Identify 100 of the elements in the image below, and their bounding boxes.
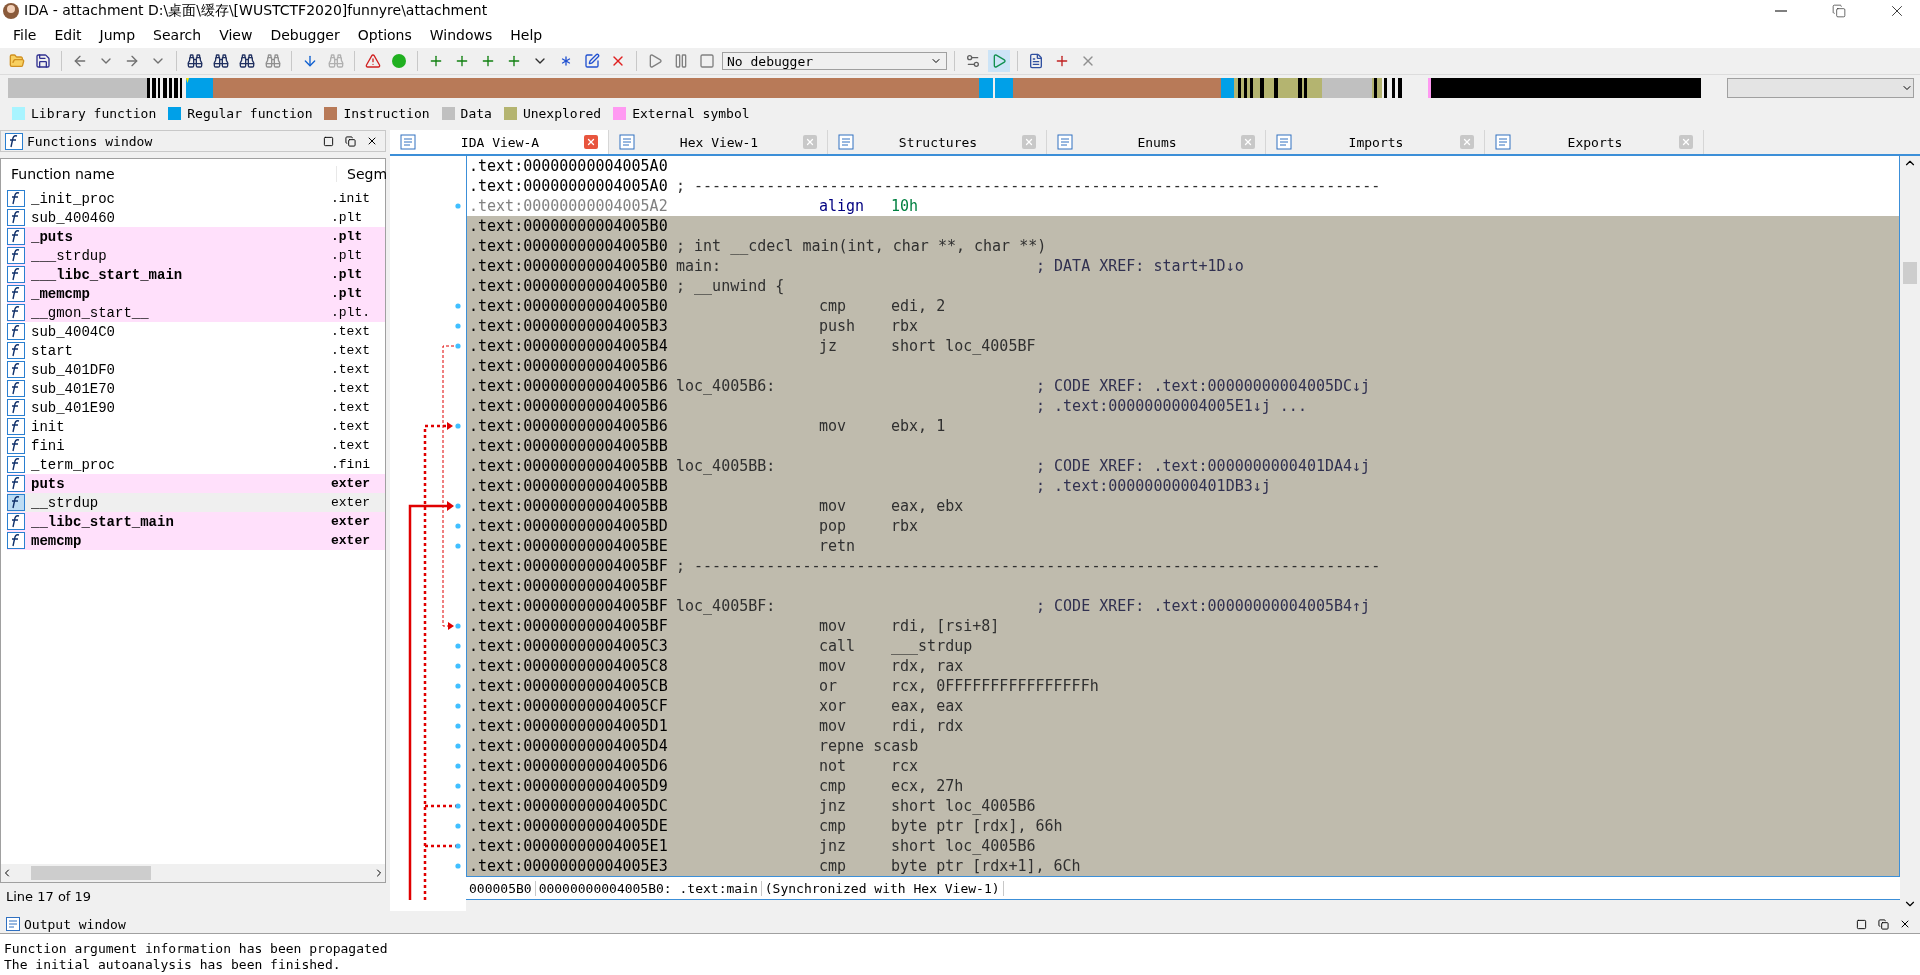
- function-row[interactable]: ___strdup .plt: [7, 246, 385, 265]
- line-dot: [455, 523, 461, 529]
- mnemonic: cmp: [819, 817, 848, 835]
- line-dot: [455, 763, 461, 769]
- line-dot: [455, 643, 461, 649]
- address: .text:00000000004005B0: [469, 297, 669, 315]
- function-row[interactable]: __gmon_start__ .plt.: [7, 303, 385, 322]
- function-icon: [7, 475, 25, 492]
- operands: ebx, 1: [891, 417, 947, 435]
- line-dot: [455, 783, 461, 789]
- menu-item[interactable]: Help: [501, 27, 552, 43]
- function-row[interactable]: __libc_start_main exter: [7, 512, 385, 531]
- close-icon: [1681, 137, 1691, 147]
- debugger-select[interactable]: No debugger: [722, 52, 947, 70]
- function-name: start: [31, 342, 74, 359]
- mnemonic: align: [819, 197, 866, 215]
- menu-item[interactable]: Jump: [90, 27, 145, 43]
- legend-label: External symbol: [632, 105, 750, 121]
- segment-name: exter: [331, 533, 370, 548]
- maximize-icon: [1855, 918, 1867, 930]
- segment-name: .fini: [331, 457, 370, 472]
- operands: rcx, 0FFFFFFFFFFFFFFFFh: [891, 677, 1100, 695]
- xref-comment: ; CODE XREF: .text:00000000004005DC↓j: [1036, 377, 1372, 395]
- function-row[interactable]: memcmp exter: [7, 531, 385, 550]
- horizontal-scrollbar[interactable]: [1, 864, 385, 882]
- line-dot: [455, 543, 461, 549]
- address: .text:00000000004005D6: [469, 757, 669, 775]
- tab-icon: [400, 134, 416, 150]
- mnemonic: repne scasb: [819, 737, 920, 755]
- address: .text:00000000004005DE: [469, 817, 669, 835]
- menu-item[interactable]: File: [4, 27, 46, 43]
- menu-item[interactable]: Debugger: [261, 27, 349, 43]
- minimize-icon: [1775, 10, 1787, 12]
- mnemonic: cmp: [819, 857, 848, 875]
- function-row[interactable]: __strdup exter: [7, 493, 385, 512]
- xref-comment: ; .text:00000000004005E1↓j ...: [1036, 397, 1308, 415]
- tab-icon: [1276, 134, 1292, 150]
- close-icon: [1243, 137, 1253, 147]
- mnemonic: cmp: [819, 777, 848, 795]
- function-icon: [7, 532, 25, 549]
- function-name: __gmon_start__: [31, 304, 150, 321]
- address: .text:00000000004005A2: [469, 197, 669, 215]
- line-dot: [455, 803, 461, 809]
- operands: byte ptr [rdx+1], 6Ch: [891, 857, 1082, 875]
- line-dot: [455, 703, 461, 709]
- line-dot: [455, 323, 461, 329]
- function-icon: [7, 456, 25, 473]
- function-row[interactable]: puts exter: [7, 474, 385, 493]
- segment-name: .plt.: [331, 305, 370, 320]
- xref-comment: ; .text:0000000000401DB3↓j: [1036, 477, 1272, 495]
- operands: short loc_4005BF: [891, 337, 1037, 355]
- code-label: loc_4005BB:: [676, 457, 777, 475]
- address: .text:00000000004005B0: [469, 237, 669, 255]
- menu-item[interactable]: Options: [348, 27, 421, 43]
- operands: rdi, rdx: [891, 717, 965, 735]
- legend-label: Data: [460, 105, 492, 121]
- tab[interactable]: IDA View-A: [390, 130, 609, 154]
- line-dot: [455, 503, 461, 509]
- menu-item[interactable]: Windows: [420, 27, 502, 43]
- function-icon: [7, 266, 25, 283]
- menu-item[interactable]: View: [210, 27, 262, 43]
- function-name: sub_401E70: [31, 380, 116, 397]
- scrollbar-thumb[interactable]: [1903, 262, 1917, 284]
- function-row[interactable]: _puts .plt: [7, 227, 385, 246]
- function-name: _puts: [31, 228, 74, 245]
- tab-icon: [1495, 134, 1511, 150]
- legend-label: Library function: [31, 105, 157, 121]
- operands: rbx: [891, 317, 920, 335]
- mnemonic: retn: [819, 537, 857, 555]
- address: .text:00000000004005E1: [469, 837, 669, 855]
- mnemonic: push: [819, 317, 857, 335]
- tab-close-button[interactable]: [584, 135, 598, 149]
- function-name: __strdup: [31, 494, 100, 511]
- segment-name: .plt: [331, 286, 363, 301]
- segment-name: .text: [331, 400, 370, 415]
- code-label: loc_4005BF:: [676, 597, 777, 615]
- mnemonic: cmp: [819, 297, 848, 315]
- code-comment: ; ----------------------------------------------------------------------------: [676, 177, 1382, 195]
- navigation-band-drawing[interactable]: [8, 78, 1701, 98]
- maximize-icon: [322, 135, 334, 147]
- mnemonic: mov: [819, 497, 848, 515]
- mnemonic: mov: [819, 717, 848, 735]
- operands: ___strdup: [891, 637, 974, 655]
- window-title: IDA - attachment D:\桌面\缓存\[WUSTCTF2020]funnyre\attachment: [24, 2, 489, 20]
- menu-item[interactable]: Edit: [45, 27, 91, 43]
- line-dot: [455, 723, 461, 729]
- function-row[interactable]: _memcmp .plt: [7, 284, 385, 303]
- operands: byte ptr [rdx], 66h: [891, 817, 1064, 835]
- function-icon: [7, 228, 25, 245]
- line-dot: [455, 743, 461, 749]
- close-icon: [1024, 137, 1034, 147]
- menu-item[interactable]: Search: [144, 27, 211, 43]
- close-icon: [805, 137, 815, 147]
- function-row[interactable]: ___libc_start_main .plt: [7, 265, 385, 284]
- column-header[interactable]: Function name: [1, 166, 337, 182]
- line-dot: [455, 623, 461, 629]
- address: .text:00000000004005CF: [469, 697, 669, 715]
- function-name: _memcmp: [31, 285, 91, 302]
- scrollbar-thumb[interactable]: [31, 866, 151, 880]
- segment-select[interactable]: [1727, 78, 1914, 98]
